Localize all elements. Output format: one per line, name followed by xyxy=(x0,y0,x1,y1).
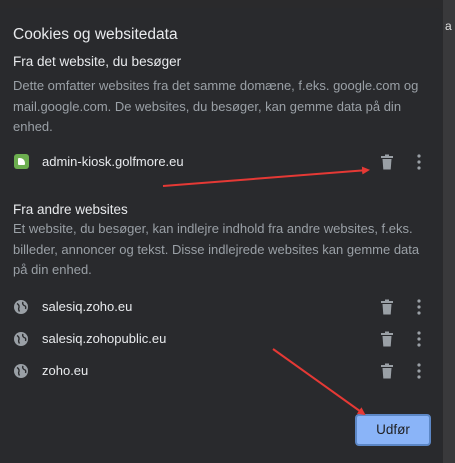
more-vert-icon[interactable] xyxy=(412,298,426,316)
globe-icon xyxy=(14,364,28,378)
green-site-favicon xyxy=(14,154,29,169)
globe-icon xyxy=(14,300,28,314)
first-party-heading: Fra det website, du besøger xyxy=(13,54,182,69)
site-label: admin-kiosk.golfmore.eu xyxy=(42,154,184,169)
first-party-description: Dette omfatter websites fra det samme do… xyxy=(13,78,419,134)
trash-icon[interactable] xyxy=(380,154,394,170)
background-page-edge: a xyxy=(443,0,455,463)
trash-icon[interactable] xyxy=(380,299,394,315)
site-row-zoho[interactable]: zoho.eu xyxy=(0,356,442,386)
site-row-admin-kiosk[interactable]: admin-kiosk.golfmore.eu xyxy=(0,147,442,177)
third-party-description: Et website, du besøger, kan indlejre ind… xyxy=(13,221,420,277)
site-label: zoho.eu xyxy=(42,363,89,378)
site-row-salesiq-zoho[interactable]: salesiq.zoho.eu xyxy=(0,292,442,322)
globe-icon xyxy=(14,332,28,346)
site-label: salesiq.zohopublic.eu xyxy=(42,331,167,346)
background-edge-text: a xyxy=(445,19,452,33)
site-row-salesiq-zohopublic[interactable]: salesiq.zohopublic.eu xyxy=(0,324,442,354)
trash-icon[interactable] xyxy=(380,363,394,379)
more-vert-icon[interactable] xyxy=(412,330,426,348)
more-vert-icon[interactable] xyxy=(412,153,426,171)
dialog-title: Cookies og websitedata xyxy=(13,26,178,43)
apply-button[interactable]: Udfør xyxy=(355,414,431,446)
more-vert-icon[interactable] xyxy=(412,362,426,380)
third-party-heading: Fra andre websites xyxy=(13,202,128,217)
cookies-dialog: Cookies og websitedata Fra det website, … xyxy=(0,8,442,463)
site-label: salesiq.zoho.eu xyxy=(42,299,133,314)
trash-icon[interactable] xyxy=(380,331,394,347)
